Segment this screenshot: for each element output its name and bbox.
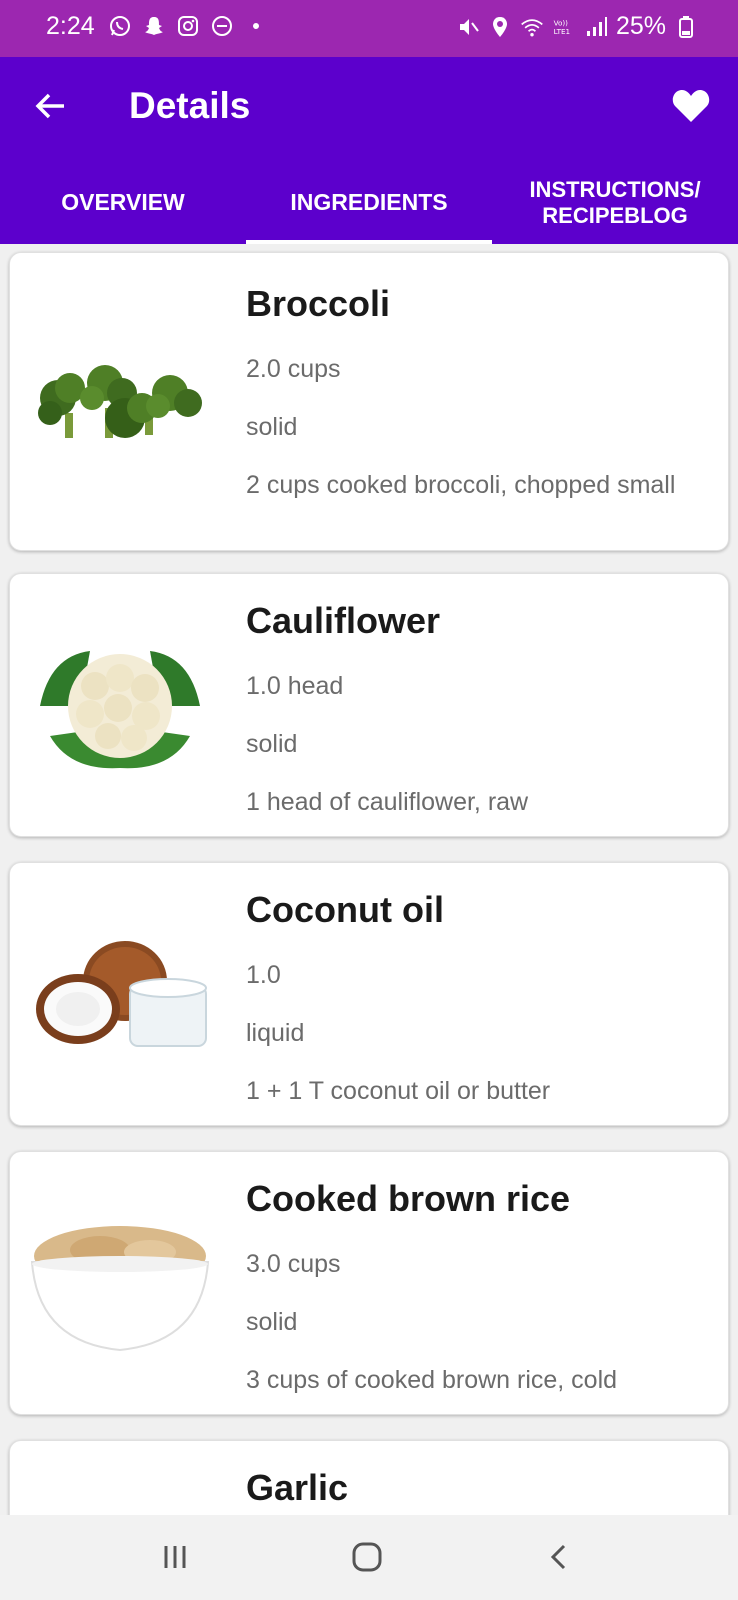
whatsapp-icon	[108, 14, 132, 38]
battery-icon	[674, 15, 698, 39]
brown-rice-image	[30, 1214, 210, 1352]
back-icon	[544, 1542, 574, 1577]
home-button[interactable]	[345, 1537, 389, 1581]
ingredient-card[interactable]: Broccoli 2.0 cups solid 2 cups cooked br…	[9, 252, 729, 551]
tab-ingredients[interactable]: INGREDIENTS	[246, 162, 492, 244]
coconut-oil-image	[30, 931, 210, 1061]
recents-button[interactable]	[153, 1537, 197, 1581]
ingredient-list[interactable]: Broccoli 2.0 cups solid 2 cups cooked br…	[0, 244, 738, 1515]
home-icon	[350, 1540, 384, 1579]
status-bar: 2:24 Vo)) LTE1 25%	[0, 0, 738, 57]
broccoli-image	[30, 358, 210, 488]
ingredient-description: 2 cups cooked broccoli, chopped small	[246, 471, 676, 499]
ingredient-card[interactable]: Cauliflower 1.0 head solid 1 head of cau…	[9, 573, 729, 837]
page-title: Details	[129, 85, 251, 126]
arrow-left-icon	[34, 89, 68, 128]
ingredient-card[interactable]: Garlic	[9, 1440, 729, 1515]
tab-instructions-label-line1: INSTRUCTIONS/	[529, 177, 701, 203]
status-right-icons: Vo)) LTE1 25%	[456, 12, 698, 41]
recents-icon	[160, 1542, 190, 1577]
ingredient-card[interactable]: Cooked brown rice 3.0 cups solid 3 cups …	[9, 1151, 729, 1415]
cauliflower-image	[30, 636, 210, 769]
ingredient-name: Garlic	[246, 1467, 349, 1508]
volte-icon: Vo)) LTE1	[552, 15, 576, 39]
ingredient-description: 3 cups of cooked brown rice, cold	[246, 1366, 618, 1394]
ingredient-name: Broccoli	[246, 283, 391, 324]
dot-icon	[244, 14, 268, 38]
status-left-icons	[108, 14, 268, 38]
heart-icon	[671, 88, 711, 129]
ingredient-amount: 1.0 head	[246, 672, 344, 700]
ingredient-description: 1 head of cauliflower, raw	[246, 788, 529, 816]
ingredient-state: solid	[246, 1308, 298, 1336]
ingredient-amount: 3.0 cups	[246, 1250, 341, 1278]
location-icon	[488, 15, 512, 39]
ingredient-name: Cooked brown rice	[246, 1178, 571, 1219]
ingredient-description: 1 + 1 T coconut oil or butter	[246, 1077, 551, 1105]
svg-text:Vo)): Vo))	[554, 18, 569, 27]
instagram-icon	[176, 14, 200, 38]
dnd-icon	[210, 14, 234, 38]
ingredient-name: Cauliflower	[246, 600, 441, 641]
ingredient-amount: 2.0 cups	[246, 355, 341, 383]
status-time: 2:24	[46, 12, 95, 40]
tab-bar: OVERVIEW INGREDIENTS INSTRUCTIONS/ RECIP…	[0, 162, 738, 244]
tab-instructions[interactable]: INSTRUCTIONS/ RECIPEBLOG	[492, 162, 738, 244]
favorite-button[interactable]	[666, 83, 716, 133]
ingredient-state: liquid	[246, 1019, 305, 1047]
app-bar: Details	[0, 57, 738, 162]
ingredient-name: Coconut oil	[246, 889, 444, 930]
ingredient-amount: 1.0	[246, 961, 281, 989]
battery-percent: 25%	[615, 12, 666, 40]
tab-overview-label: OVERVIEW	[61, 189, 185, 216]
tab-ingredients-label: INGREDIENTS	[290, 189, 448, 216]
svg-text:LTE1: LTE1	[554, 27, 571, 36]
system-nav-bar	[0, 1515, 738, 1600]
ingredient-card[interactable]: Coconut oil 1.0 liquid 1 + 1 T coconut o…	[9, 862, 729, 1126]
tab-instructions-label-line2: RECIPEBLOG	[542, 203, 688, 228]
wifi-icon	[520, 15, 544, 39]
back-button[interactable]	[30, 87, 72, 129]
nav-back-button[interactable]	[537, 1537, 581, 1581]
signal-icon	[584, 15, 608, 39]
mute-icon	[456, 15, 480, 39]
ingredient-state: solid	[246, 413, 298, 441]
ingredient-state: solid	[246, 730, 298, 758]
snapchat-icon	[142, 14, 166, 38]
tab-overview[interactable]: OVERVIEW	[0, 162, 246, 244]
